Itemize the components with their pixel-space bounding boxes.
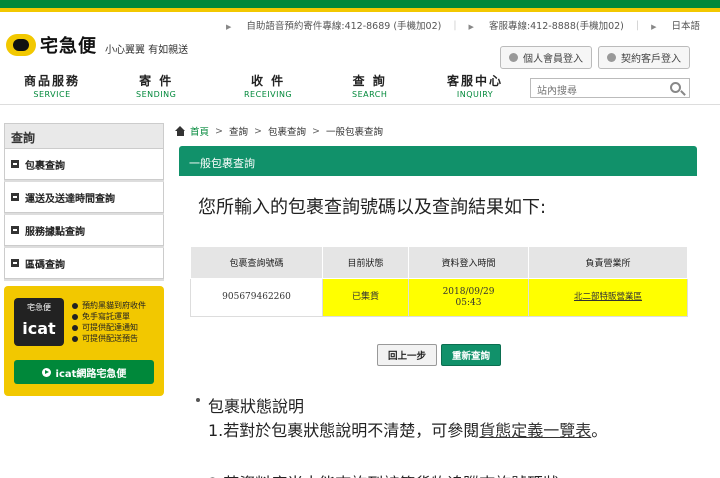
icat-logo: 宅急便 icat [14, 298, 64, 346]
site-search-input[interactable] [531, 82, 661, 101]
breadcrumb-query[interactable]: 查詢 [229, 124, 248, 138]
nav-search[interactable]: 查 詢 SEARCH [352, 72, 387, 99]
triangle-icon: ▶ [468, 23, 474, 31]
logo-text: 宅急便 [40, 36, 97, 57]
table-row: 905679462260 已集貨 2018/09/29 05:43 北二部特販營… [190, 278, 688, 317]
bullet-icon [196, 398, 200, 402]
square-bullet-icon [11, 193, 19, 201]
top-stripe-accent [0, 8, 720, 12]
results-table: 包裹查詢號碼 目前狀態 資料登入時間 負責營業所 905679462260 已集… [190, 246, 688, 317]
breadcrumb-current: 一般包裹查詢 [325, 127, 383, 138]
list-item: 可提供配達通知 [72, 322, 146, 333]
square-bullet-icon [11, 259, 19, 267]
icat-promo: 宅急便 icat 預約黑貓到府收件 免手寫託運單 可提供配達通知 可提供配送預告… [4, 286, 164, 396]
bullet-icon [72, 324, 78, 331]
site-logo[interactable]: 宅急便 小心翼翼 有如親送 [6, 32, 188, 58]
current-status: 已集貨 [322, 278, 409, 317]
breadcrumb-home[interactable]: 首頁 [190, 124, 209, 138]
table-header-row: 包裹查詢號碼 目前狀態 資料登入時間 負責營業所 [190, 246, 688, 279]
user-icon [607, 53, 616, 62]
list-item: 免手寫託運單 [72, 311, 146, 322]
column-header-office: 負責營業所 [528, 246, 688, 279]
member-login-button[interactable]: 個人會員登入 [500, 46, 592, 69]
nav-receiving[interactable]: 收 件 RECEIVING [244, 72, 292, 99]
home-icon [175, 126, 186, 136]
login-date: 2018/09/29 [442, 286, 495, 297]
contract-login-button[interactable]: 契約客戶登入 [598, 46, 690, 69]
user-icon [509, 53, 518, 62]
column-header-status: 目前狀態 [322, 246, 409, 279]
sidebar-item-service-points[interactable]: 服務據點查詢 [4, 215, 164, 246]
list-item: 可提供配送預告 [72, 333, 146, 344]
square-bullet-icon [11, 226, 19, 234]
status-explanation-line2: 2.若資料庫尚未能查詢到該筆貨物追蹤查詢號碼狀 [208, 470, 559, 478]
search-icon[interactable] [670, 82, 681, 93]
back-button[interactable]: 回上一步 [377, 344, 438, 366]
site-search-box [530, 78, 690, 101]
sidebar-item-area-code[interactable]: 區碼查詢 [4, 248, 164, 279]
status-explanation-text: 1.若對於包裹狀態說明不清楚，可參閱貨態定義一覽表。 [208, 421, 608, 440]
breadcrumb-separator: > [254, 125, 262, 137]
breadcrumb: 首頁 > 查詢 > 包裹查詢 > 一般包裹查詢 [175, 124, 383, 138]
nav-inquiry[interactable]: 客服中心 INQUIRY [447, 72, 503, 99]
hotlines-bar: ▶ 自助語音預約寄件專線:412-8689 (手機加02) | ▶ 客服專線:412… [214, 18, 712, 33]
top-stripe [0, 0, 720, 8]
customer-service-hotline[interactable]: ▶ 客服專線:412-8888(手機加02) [457, 18, 636, 32]
office-link[interactable]: 北二部特販營業區 [574, 292, 642, 302]
column-header-time: 資料登入時間 [408, 246, 529, 279]
tracking-number: 905679462260 [190, 278, 323, 317]
triangle-icon: ▶ [651, 23, 657, 31]
voice-booking-hotline[interactable]: ▶ 自助語音預約寄件專線:412-8689 (手機加02) [214, 18, 453, 32]
bullet-icon [72, 335, 78, 342]
login-clock: 05:43 [455, 297, 482, 308]
bullet-icon [72, 313, 78, 320]
square-bullet-icon [11, 160, 19, 168]
sidebar-item-parcel-query[interactable]: 包裹查詢 [4, 149, 164, 180]
triangle-icon: ▶ [225, 23, 232, 31]
play-circle-icon [41, 367, 51, 377]
icat-feature-list: 預約黑貓到府收件 免手寫託運單 可提供配達通知 可提供配送預告 [72, 300, 146, 344]
bullet-icon [72, 302, 78, 309]
office-cell: 北二部特販營業區 [528, 278, 688, 317]
sidebar: 查詢 包裹查詢 運送及送達時間查詢 服務據點查詢 區碼查詢 [4, 123, 164, 279]
action-buttons: 回上一步 重新查詢 [377, 344, 502, 366]
breadcrumb-separator: > [215, 125, 223, 137]
requery-button[interactable]: 重新查詢 [441, 344, 502, 366]
nav-sending[interactable]: 寄 件 SENDING [136, 72, 176, 99]
japanese-link[interactable]: ▶ 日本語 [639, 18, 712, 32]
breadcrumb-parcel-query[interactable]: 包裹查詢 [268, 124, 306, 138]
black-cat-logo-icon [6, 34, 36, 56]
icat-online-button[interactable]: icat網路宅急便 [14, 360, 154, 384]
login-buttons: 個人會員登入 契約客戶登入 [500, 46, 690, 69]
sidebar-item-delivery-time[interactable]: 運送及送達時間查詢 [4, 182, 164, 213]
page-headline: 您所輸入的包裹查詢號碼以及查詢結果如下: [198, 197, 547, 218]
column-header-number: 包裹查詢號碼 [190, 246, 323, 279]
sidebar-heading: 查詢 [4, 123, 164, 149]
status-definition-link[interactable]: 貨態定義一覽表 [479, 421, 591, 440]
login-time: 2018/09/29 05:43 [408, 278, 529, 317]
nav-service[interactable]: 商品服務 SERVICE [24, 72, 80, 99]
status-explanation-heading: 包裹狀態說明 [196, 393, 304, 417]
slogan: 小心翼翼 有如親送 [105, 44, 189, 56]
panel-title: 一般包裹查詢 [179, 146, 697, 176]
list-item: 預約黑貓到府收件 [72, 300, 146, 311]
breadcrumb-separator: > [311, 125, 320, 137]
nav-divider [0, 104, 720, 105]
